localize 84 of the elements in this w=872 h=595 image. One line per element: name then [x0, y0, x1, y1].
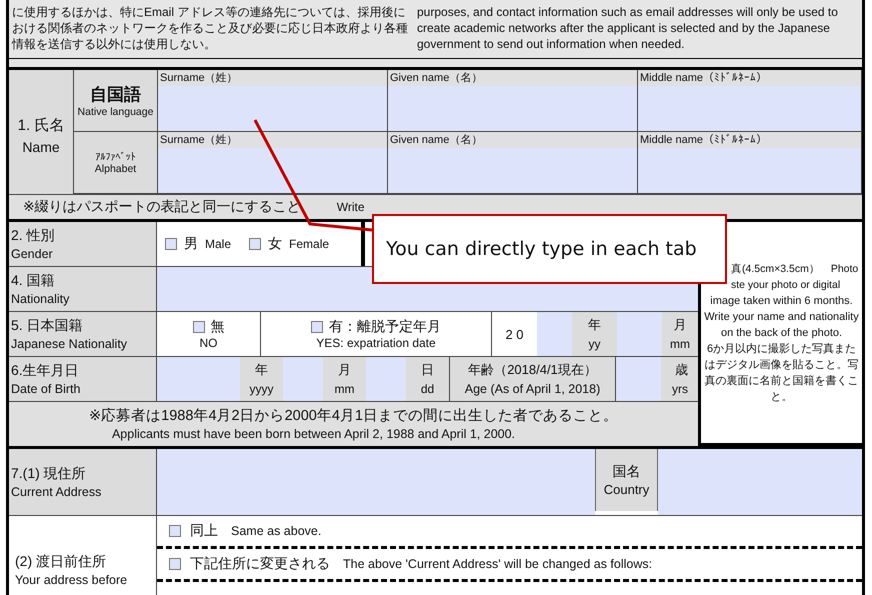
- unit-label: 歳: [675, 361, 688, 379]
- option-label: 男: [184, 235, 198, 253]
- checkbox[interactable]: [249, 238, 262, 250]
- field-label: Your address before: [15, 572, 128, 589]
- field-label: 4. 国籍: [11, 271, 55, 290]
- field-label: Native language: [78, 106, 154, 118]
- input-field[interactable]: [158, 86, 387, 131]
- note-text: ※綴りはパスポートの表記と同一にすること: [23, 198, 301, 216]
- unit-label: 月: [674, 316, 686, 334]
- input-field[interactable]: [158, 148, 387, 193]
- field-label: Current Address: [11, 484, 102, 501]
- option-label: 同上: [190, 522, 218, 540]
- field-label: Gender: [11, 246, 53, 263]
- note-text: Write: [336, 200, 365, 214]
- option-label: 有：離脱予定年月: [329, 318, 441, 336]
- field-label: Japanese Nationality: [11, 336, 128, 353]
- unit-label: yrs: [672, 381, 688, 398]
- option-label: NO: [200, 336, 218, 350]
- unit-label: 国名: [612, 462, 640, 481]
- input-field[interactable]: [658, 449, 862, 515]
- input-field[interactable]: [537, 312, 572, 356]
- photo-instructions: 6か月以内に撮影した写真またはデジタル画像を貼ること。写真の裏面に名前と国籍を書くこと。: [704, 342, 859, 404]
- option-label: 女: [268, 235, 282, 253]
- photo-instructions: image taken within 6 months. Write your name and nationality on the back of the photo.: [704, 294, 859, 340]
- notice-text: purposes, and contact information such as email addresses will only be used to create academic networks after the applicant is selected and by the Japanese government to send out information when needed.: [416, 4, 839, 53]
- input-field[interactable]: [157, 449, 595, 515]
- option-label: 下記住所に変更される: [190, 555, 330, 573]
- input-field[interactable]: [366, 357, 406, 401]
- option-label: The above 'Current Address' will be changed as follows:: [343, 557, 652, 571]
- option-label: Female: [289, 237, 330, 251]
- column-header: Middle name（ﾐﾄﾞﾙﾈｰﾑ）: [638, 132, 861, 148]
- notice-text: に使用するほかは、特にEmail アドレス等の連絡先については、採用後における関係者のネットワークを作ること及び必要に応じ日本政府より各種情報を送信する以外には使用しない。: [10, 4, 409, 53]
- unit-label: Age (As of April 1, 2018): [464, 381, 600, 398]
- photo-instructions: ste your photo or digital: [730, 278, 842, 292]
- checkbox[interactable]: [165, 238, 177, 250]
- unit-label: 年: [588, 316, 601, 334]
- option-label: 無: [210, 318, 224, 336]
- unit-label: dd: [420, 381, 434, 398]
- unit-label: 日: [421, 361, 434, 379]
- column-header: Given name（名）: [388, 70, 637, 86]
- note-text: Applicants must have been born between April 2, 1988 and April 1, 2000.: [112, 426, 516, 442]
- column-header: Middle name（ﾐﾄﾞﾙﾈｰﾑ）: [638, 70, 861, 86]
- input-field[interactable]: [283, 357, 323, 401]
- column-header: Surname（姓）: [158, 132, 387, 148]
- column-header: Surname（姓）: [158, 70, 387, 86]
- unit-label: mm: [670, 336, 690, 353]
- checkbox[interactable]: [192, 321, 204, 333]
- field-label: 7.(1) 現住所: [11, 464, 86, 483]
- input-field[interactable]: [638, 148, 861, 193]
- input-field[interactable]: [388, 86, 637, 131]
- unit-label: 年: [255, 361, 268, 379]
- field-label: ｱﾙﾌｧﾍﾞｯﾄ: [96, 150, 136, 162]
- field-label: 2. 性別: [11, 226, 55, 245]
- field-label: 5. 日本国籍: [11, 316, 83, 335]
- option-label: YES: expatriation date: [316, 336, 436, 350]
- input-field[interactable]: [157, 357, 240, 401]
- field-label: 自国語: [90, 84, 141, 106]
- option-label: Male: [205, 237, 232, 251]
- checkbox[interactable]: [311, 321, 323, 333]
- photo-instructions: 真(4.5cm×3.5cm） Photo: [730, 262, 859, 276]
- unit-label: yy: [588, 336, 600, 353]
- unit-label: 年齢（2018/4/1現在）: [468, 361, 597, 379]
- field-label: (2) 渡日前住所: [15, 552, 107, 571]
- input-field[interactable]: [388, 148, 637, 193]
- field-label: 6.生年月日: [11, 361, 79, 380]
- input-field[interactable]: [617, 312, 662, 356]
- field-label: Date of Birth: [11, 381, 80, 398]
- note-text: ※応募者は1988年4月2日から2000年4月1日までの間に出生した者であること。: [89, 406, 618, 426]
- callout-text: You can directly type in each tab: [386, 238, 697, 260]
- input-field[interactable]: [638, 86, 861, 131]
- unit-label: Country: [604, 481, 650, 499]
- unit-label: mm: [334, 381, 354, 398]
- unit-label: yyyy: [250, 381, 274, 398]
- field-label: Nationality: [11, 291, 70, 308]
- checkbox[interactable]: [169, 525, 181, 537]
- field-label: 1. 氏名: [18, 116, 64, 134]
- input-field[interactable]: [616, 357, 661, 401]
- year-prefix: 2 0: [505, 326, 524, 342]
- checkbox[interactable]: [169, 558, 181, 570]
- field-label: Alphabet: [94, 162, 136, 174]
- option-label: Same as above.: [231, 524, 322, 538]
- column-header: Given name（名）: [388, 132, 637, 148]
- field-label: Name: [22, 138, 60, 154]
- unit-label: 月: [338, 361, 351, 379]
